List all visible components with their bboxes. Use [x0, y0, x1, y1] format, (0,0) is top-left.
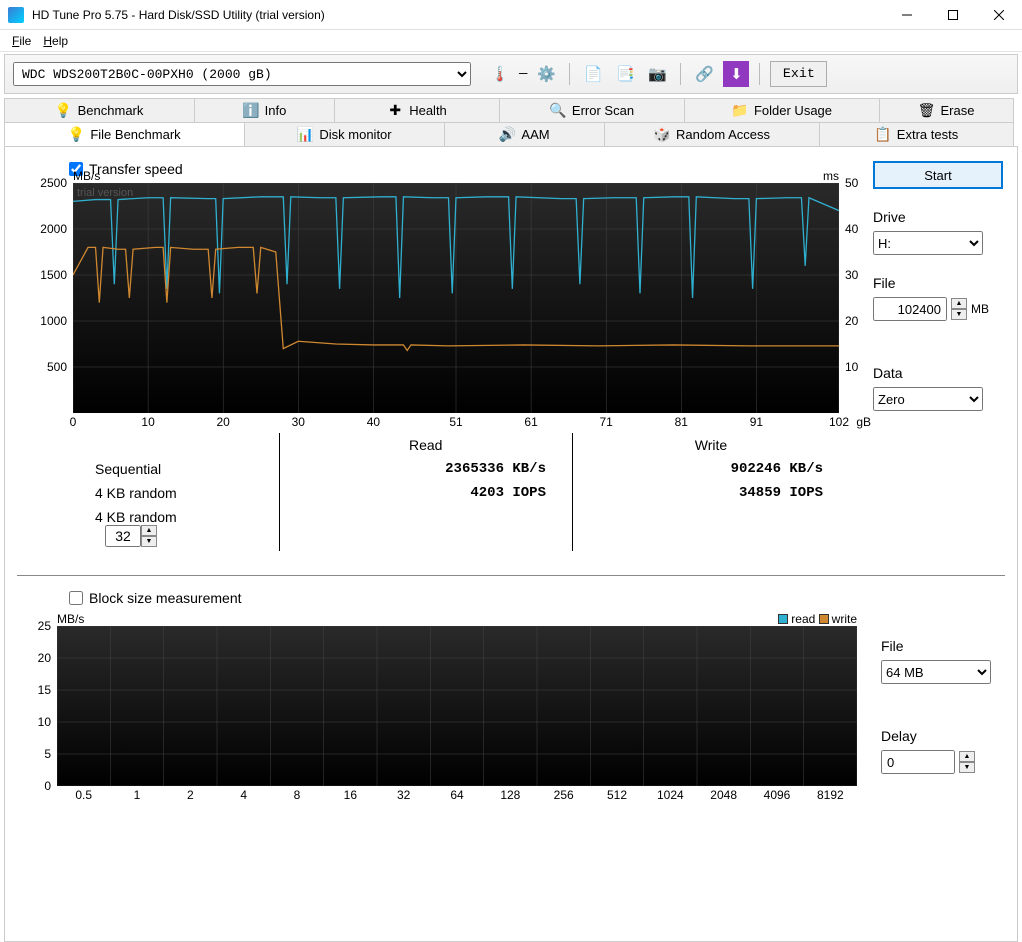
device-select[interactable]: WDC WDS200T2B0C-00PXH0 (2000 gB) — [13, 62, 471, 86]
app-icon — [8, 7, 24, 23]
health-icon: ✚ — [387, 103, 403, 119]
file-benchmark-icon: 💡 — [68, 126, 84, 142]
title-bar: HD Tune Pro 5.75 - Hard Disk/SSD Utility… — [0, 0, 1022, 30]
tab-extra-tests[interactable]: 📋Extra tests — [819, 122, 1014, 146]
file-label: File — [873, 275, 1005, 291]
transfer-speed-label: Transfer speed — [89, 161, 183, 177]
start-button[interactable]: Start — [873, 161, 1003, 189]
tab-aam[interactable]: 🔊AAM — [444, 122, 604, 146]
maximize-button[interactable] — [930, 0, 976, 30]
window-title: HD Tune Pro 5.75 - Hard Disk/SSD Utility… — [32, 8, 884, 22]
qd-up-button[interactable]: ▲ — [141, 525, 157, 536]
transfer-speed-chart: trial version 5001000150020002500 102030… — [73, 183, 839, 413]
file-down-button[interactable]: ▼ — [951, 309, 967, 320]
toolbar: WDC WDS200T2B0C-00PXH0 (2000 gB) 🌡️ — ⚙️… — [4, 54, 1018, 94]
tab-file-benchmark[interactable]: 💡File Benchmark — [4, 122, 244, 146]
side-panel: Start Drive H: File ▲▼ MB Data Zero — [849, 161, 1005, 551]
minimize-button[interactable] — [884, 0, 930, 30]
random-access-icon: 🎲 — [654, 127, 670, 143]
extra-tests-icon: 📋 — [875, 127, 891, 143]
settings-icon[interactable]: ⚙️ — [533, 61, 559, 87]
disk-monitor-icon: 📊 — [297, 127, 313, 143]
delay-up-button[interactable]: ▲ — [959, 751, 975, 762]
file-unit: MB — [971, 302, 989, 316]
folder-usage-icon: 📁 — [732, 103, 748, 119]
close-button[interactable] — [976, 0, 1022, 30]
tab-folder-usage[interactable]: 📁Folder Usage — [684, 98, 879, 122]
tab-health[interactable]: ✚Health — [334, 98, 499, 122]
menu-file[interactable]: File — [6, 32, 37, 50]
data-select[interactable]: Zero — [873, 387, 983, 411]
file-size-input[interactable] — [873, 297, 947, 321]
block-file-label: File — [881, 638, 1005, 654]
menu-help[interactable]: Help — [37, 32, 74, 50]
delay-label: Delay — [881, 728, 1005, 744]
temp-dash: — — [519, 66, 527, 82]
tab-info[interactable]: ℹ️Info — [194, 98, 334, 122]
erase-icon: 🗑 — [919, 103, 935, 119]
exit-button[interactable]: Exit — [770, 61, 827, 87]
link-icon[interactable]: 🔗 — [691, 61, 717, 87]
screenshot-icon[interactable]: 📷 — [644, 61, 670, 87]
drive-select[interactable]: H: — [873, 231, 983, 255]
tab-disk-monitor[interactable]: 📊Disk monitor — [244, 122, 444, 146]
block-size-label: Block size measurement — [89, 590, 242, 606]
tab-content-file-benchmark: Transfer speed MB/s ms trial version 500… — [4, 146, 1018, 942]
menu-bar: File Help — [0, 30, 1022, 52]
chart2-y-label: MB/s — [57, 612, 84, 626]
tab-random-access[interactable]: 🎲Random Access — [604, 122, 819, 146]
chart2-legend: read write — [778, 612, 857, 627]
file-up-button[interactable]: ▲ — [951, 298, 967, 309]
copy-text-icon[interactable]: 📄 — [580, 61, 606, 87]
qd-down-button[interactable]: ▼ — [141, 536, 157, 547]
tab-error-scan[interactable]: 🔍Error Scan — [499, 98, 684, 122]
delay-input[interactable] — [881, 750, 955, 774]
results-table: Read Write Sequential2365336 KB/s902246 … — [69, 433, 849, 551]
error-scan-icon: 🔍 — [550, 103, 566, 119]
write-header: Write — [572, 433, 849, 457]
queue-depth-input[interactable] — [105, 525, 141, 547]
tab-erase[interactable]: 🗑Erase — [879, 98, 1014, 122]
chart1-x-label: gB — [856, 415, 871, 429]
delay-down-button[interactable]: ▼ — [959, 762, 975, 773]
benchmark-icon: 💡 — [56, 103, 72, 119]
chart1-y2-label: ms — [823, 169, 839, 183]
drive-label: Drive — [873, 209, 1005, 225]
block-size-checkbox[interactable] — [69, 591, 83, 605]
save-icon[interactable]: ⬇ — [723, 61, 749, 87]
aam-icon: 🔊 — [499, 127, 515, 143]
tab-benchmark[interactable]: 💡Benchmark — [4, 98, 194, 122]
random-qd-label: 4 KB random — [95, 509, 177, 525]
tab-container: 💡Benchmarkℹ️Info✚Health🔍Error Scan📁Folde… — [4, 98, 1018, 942]
copy-icon[interactable]: 📑 — [612, 61, 638, 87]
read-header: Read — [279, 433, 572, 457]
temperature-icon[interactable]: 🌡️ — [487, 61, 513, 87]
info-icon: ℹ️ — [243, 103, 259, 119]
block-file-select[interactable]: 64 MB — [881, 660, 991, 684]
chart1-y-label: MB/s — [73, 169, 100, 183]
data-label: Data — [873, 365, 1005, 381]
block-size-chart: 0510152025 — [57, 626, 857, 786]
